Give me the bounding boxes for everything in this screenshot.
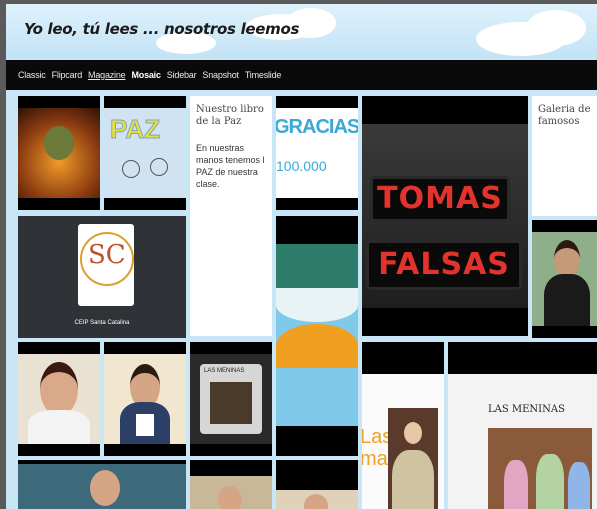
meninas-painting: [210, 382, 252, 424]
page-frame: Yo leo, tú lees ... nosotros leemos Clas…: [6, 4, 597, 509]
post-tile-cartoon[interactable]: [18, 96, 100, 210]
nav-snapshot[interactable]: Snapshot: [202, 70, 239, 80]
tomas-word: TOMAS: [370, 176, 510, 222]
tile-bar: [18, 198, 100, 210]
gracias-text: GRACIAS: [276, 116, 358, 138]
post-card-libro-paz[interactable]: Nuestro libro de la Paz En nuestras mano…: [190, 96, 272, 336]
card-title[interactable]: Nuestro libro de la Paz: [196, 104, 266, 128]
cartoon-figure: [504, 460, 528, 509]
tile-bar: [448, 342, 597, 374]
post-tile-gracias[interactable]: GRACIAS 100.000: [276, 96, 358, 210]
child-head: [218, 486, 242, 509]
wave-orange: [276, 324, 358, 368]
post-tile-girl-book-2[interactable]: [104, 342, 186, 456]
tile-bar: [104, 342, 186, 354]
post-tile-wave[interactable]: [276, 216, 358, 456]
cartoon-figure: [536, 454, 564, 509]
post-tile-boy[interactable]: [18, 460, 186, 509]
tile-bar: [532, 220, 597, 232]
post-tile-girl-3[interactable]: [190, 460, 272, 509]
tile-bar: [190, 460, 272, 476]
tile-bar: [532, 326, 597, 338]
view-navbar: Classic Flipcard Magazine Mosaic Sidebar…: [6, 60, 597, 90]
post-tile-meninas-small[interactable]: LAS MENINAS: [190, 342, 272, 456]
tile-bar: [18, 460, 186, 464]
wave-top: [276, 244, 358, 290]
tile-bar: [276, 216, 358, 244]
tile-bar: [276, 426, 358, 456]
nav-classic[interactable]: Classic: [18, 70, 46, 80]
cartoon-face: [44, 126, 74, 160]
child-body: [544, 274, 590, 326]
held-book: [136, 414, 154, 436]
infanta-face: [404, 422, 422, 444]
cartoon-figure: [568, 462, 590, 509]
tile-bar: [190, 444, 272, 456]
child-head: [304, 494, 328, 509]
post-tile-infanta[interactable]: Las mas: [362, 342, 444, 509]
tile-bar: [276, 198, 358, 210]
nav-timeslide[interactable]: Timeslide: [245, 70, 282, 80]
post-tile-meninas-large[interactable]: LAS MENINAS: [448, 342, 597, 509]
tile-bar: [362, 308, 528, 336]
meninas-small-title: LAS MENINAS: [204, 368, 245, 374]
tile-bar: [104, 444, 186, 456]
tile-bar: [362, 96, 528, 124]
post-card-galeria[interactable]: Galeria de famosos: [532, 96, 597, 216]
tile-bar: [276, 460, 358, 490]
post-tile-paz-image[interactable]: PAZ: [104, 96, 186, 210]
post-tile-girl-book[interactable]: [532, 220, 597, 338]
post-tile-school-logo[interactable]: SC CEIP Santa Catalina: [18, 216, 186, 338]
school-caption: CEIP Santa Catalina: [74, 320, 130, 326]
tile-bar: [104, 198, 186, 210]
tile-bar: [18, 96, 100, 108]
meninas-large-title: LAS MENINAS: [488, 404, 565, 415]
tile-bar: [362, 342, 444, 374]
child-body: [28, 410, 90, 444]
tile-bar: [190, 342, 272, 354]
tile-bar: [18, 342, 100, 354]
tile-bar: [18, 444, 100, 456]
child-head: [554, 240, 580, 278]
nav-mosaic[interactable]: Mosaic: [131, 70, 161, 80]
nav-flipcard[interactable]: Flipcard: [52, 70, 83, 80]
tile-bar: [104, 96, 186, 108]
nav-sidebar[interactable]: Sidebar: [167, 70, 197, 80]
wave-light: [276, 288, 358, 322]
blog-title[interactable]: Yo leo, tú lees ... nosotros leemos: [24, 20, 299, 38]
post-tile-tomas-falsas[interactable]: TOMAS FALSAS: [362, 96, 528, 336]
post-tile-girl-glasses[interactable]: [18, 342, 100, 456]
card-excerpt: En nuestras manos tenemos l PAZ de nuest…: [196, 143, 265, 189]
child-head: [90, 470, 120, 506]
drawn-figure: [150, 158, 168, 176]
tile-bar: [276, 96, 358, 108]
gracias-count: 100.000: [276, 158, 327, 174]
falsas-word: FALSAS: [366, 240, 522, 290]
drawn-figure: [122, 160, 140, 178]
post-tile-girl-4[interactable]: [276, 460, 358, 509]
infanta-dress: [392, 450, 434, 509]
cloud: [526, 10, 586, 46]
paz-drawing-text: PAZ: [109, 114, 161, 145]
school-monogram: SC: [88, 240, 126, 270]
nav-magazine[interactable]: Magazine: [88, 70, 126, 80]
card-title[interactable]: Galeria de famosos: [538, 104, 596, 128]
child-head: [40, 362, 78, 416]
